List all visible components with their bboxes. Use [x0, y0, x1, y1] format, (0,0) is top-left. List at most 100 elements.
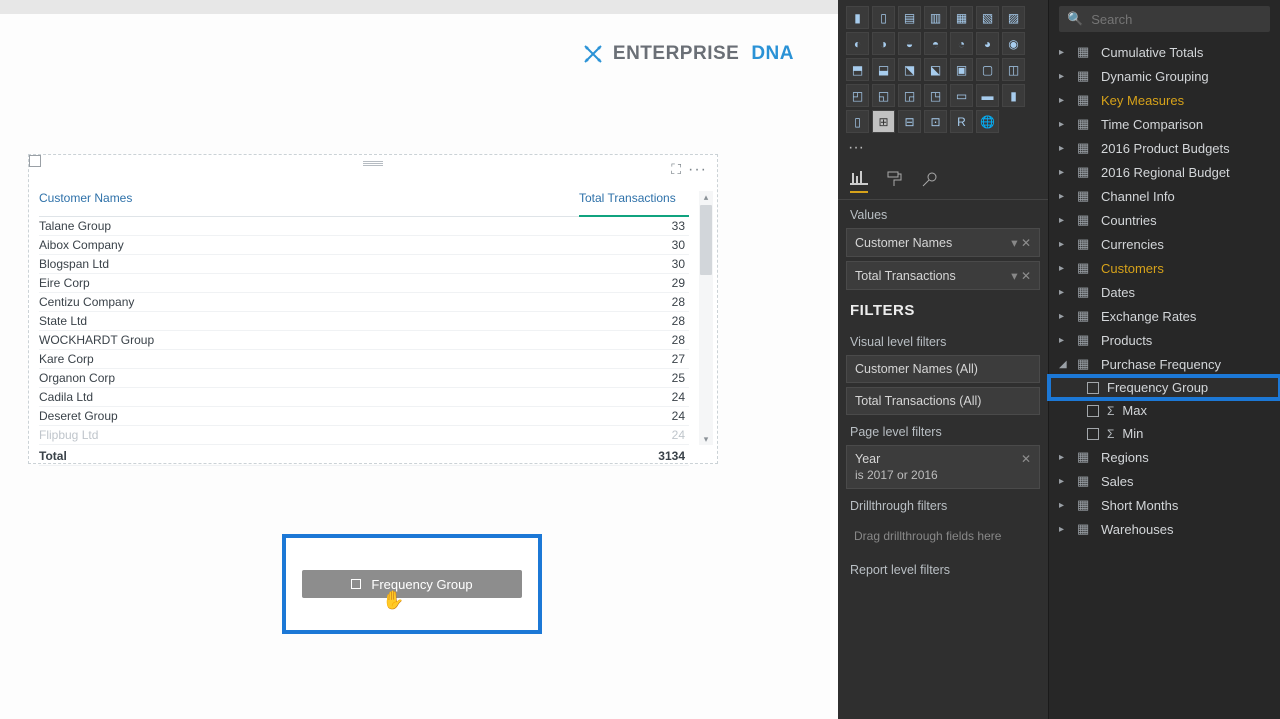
field-table[interactable]: ▸▦Channel Info	[1049, 184, 1280, 208]
field-table[interactable]: ▸▦Warehouses	[1049, 517, 1280, 541]
viz-type-icon[interactable]: ⊟	[898, 110, 921, 133]
viz-type-icon[interactable]: ◉	[1002, 32, 1025, 55]
field-drop-zone[interactable]: Frequency Group	[282, 534, 542, 634]
viz-type-icon[interactable]: 🌐	[976, 110, 999, 133]
field-table[interactable]: ▸▦Exchange Rates	[1049, 304, 1280, 328]
checkbox-icon[interactable]	[1087, 382, 1099, 394]
field-table[interactable]: ▸▦Time Comparison	[1049, 112, 1280, 136]
checkbox-icon[interactable]	[1087, 428, 1099, 440]
viz-type-icon[interactable]: ▯	[846, 110, 869, 133]
viz-type-icon[interactable]: ◕	[976, 32, 999, 55]
field-table[interactable]: ▸▦2016 Product Budgets	[1049, 136, 1280, 160]
viz-type-icon[interactable]: ▯	[872, 6, 895, 29]
table-row[interactable]: Talane Group33	[39, 216, 689, 236]
well-dropdown-icon[interactable]: ▾ ✕	[1011, 235, 1031, 250]
table-row[interactable]: Flipbug Ltd24	[39, 426, 689, 445]
viz-type-icon[interactable]: ▦	[950, 6, 973, 29]
viz-type-icon[interactable]: ▨	[1002, 6, 1025, 29]
tab-analytics[interactable]	[920, 171, 938, 193]
table-row[interactable]: Aibox Company30	[39, 236, 689, 255]
field-table[interactable]: ▸▦Cumulative Totals	[1049, 40, 1280, 64]
dragged-field-pill[interactable]: Frequency Group	[302, 570, 522, 598]
field-table[interactable]: ▸▦Countries	[1049, 208, 1280, 232]
field-column[interactable]: Frequency Group	[1049, 376, 1280, 399]
viz-more-icon[interactable]: ···	[838, 135, 1048, 161]
viz-type-icon[interactable]: ▤	[898, 6, 921, 29]
filter-year[interactable]: Year ✕ is 2017 or 2016	[846, 445, 1040, 489]
remove-icon[interactable]: ✕	[1021, 452, 1031, 466]
viz-type-icon[interactable]: ◱	[872, 84, 895, 107]
field-table[interactable]: ▸▦Products	[1049, 328, 1280, 352]
field-table[interactable]: ▸▦Dynamic Grouping	[1049, 64, 1280, 88]
well-total-transactions[interactable]: Total Transactions ▾ ✕	[846, 261, 1040, 290]
table-row[interactable]: Eire Corp29	[39, 274, 689, 293]
well-dropdown-icon[interactable]: ▾ ✕	[1011, 268, 1031, 283]
viz-type-icon[interactable]: ◒	[898, 32, 921, 55]
remove-icon[interactable]: ✕	[1021, 236, 1031, 250]
scroll-up-icon[interactable]: ▴	[699, 191, 713, 203]
checkbox-icon[interactable]	[1087, 405, 1099, 417]
field-table[interactable]: ▸▦2016 Regional Budget	[1049, 160, 1280, 184]
viz-type-icon[interactable]: ⊡	[924, 110, 947, 133]
viz-type-icon[interactable]: ▮	[846, 6, 869, 29]
viz-type-icon[interactable]: ◲	[898, 84, 921, 107]
table-row[interactable]: Blogspan Ltd30	[39, 255, 689, 274]
table-row[interactable]: Cadila Ltd24	[39, 388, 689, 407]
table-row[interactable]: Organon Corp25	[39, 369, 689, 388]
viz-type-icon[interactable]: ◔	[950, 32, 973, 55]
field-table[interactable]: ▸▦Currencies	[1049, 232, 1280, 256]
viz-type-icon[interactable]: ▢	[976, 58, 999, 81]
viz-type-icon[interactable]: ⬕	[924, 58, 947, 81]
table-row[interactable]: Deseret Group24	[39, 407, 689, 426]
focus-mode-icon[interactable]: ⛶	[671, 161, 681, 178]
field-table[interactable]: ▸▦Regions	[1049, 445, 1280, 469]
tab-fields[interactable]	[850, 171, 868, 193]
field-table[interactable]: ◢▦Purchase Frequency	[1049, 352, 1280, 376]
field-column[interactable]: ΣMax	[1049, 399, 1280, 422]
field-table[interactable]: ▸▦Customers	[1049, 256, 1280, 280]
viz-type-icon[interactable]: ▬	[976, 84, 999, 107]
viz-type-icon[interactable]: ▣	[950, 58, 973, 81]
drillthrough-drop-hint[interactable]: Drag drillthrough fields here	[846, 521, 1040, 551]
drag-handle-icon[interactable]	[363, 161, 383, 167]
field-table[interactable]: ▸▦Sales	[1049, 469, 1280, 493]
filter-total-transactions[interactable]: Total Transactions (All)	[846, 387, 1040, 415]
viz-type-icon[interactable]: ⬓	[872, 58, 895, 81]
viz-type-icon[interactable]: ▭	[950, 84, 973, 107]
viz-type-icon[interactable]: ▥	[924, 6, 947, 29]
fields-search[interactable]: 🔍	[1059, 6, 1270, 32]
table-row[interactable]: Kare Corp27	[39, 350, 689, 369]
viz-type-icon[interactable]: ⊞	[872, 110, 895, 133]
scroll-down-icon[interactable]: ▾	[699, 433, 713, 445]
well-customer-names[interactable]: Customer Names ▾ ✕	[846, 228, 1040, 257]
filter-customer-names[interactable]: Customer Names (All)	[846, 355, 1040, 383]
viz-type-icon[interactable]: ◑	[872, 32, 895, 55]
remove-icon[interactable]: ✕	[1021, 269, 1031, 283]
table-scrollbar[interactable]: ▴ ▾	[699, 191, 713, 445]
table-visual[interactable]: ⛶ ··· Customer Names Total Transactions …	[28, 154, 718, 464]
viz-type-icon[interactable]: ⬔	[898, 58, 921, 81]
viz-type-icon[interactable]: ⬒	[846, 58, 869, 81]
scrollbar-thumb[interactable]	[700, 205, 712, 275]
field-table[interactable]: ▸▦Short Months	[1049, 493, 1280, 517]
tab-format[interactable]	[886, 171, 902, 193]
viz-type-icon[interactable]: ◫	[1002, 58, 1025, 81]
table-row[interactable]: Centizu Company28	[39, 293, 689, 312]
table-row[interactable]: WOCKHARDT Group28	[39, 331, 689, 350]
viz-type-icon[interactable]: ◰	[846, 84, 869, 107]
search-input[interactable]	[1091, 12, 1267, 27]
table-row[interactable]: State Ltd28	[39, 312, 689, 331]
col-total-transactions[interactable]: Total Transactions	[579, 187, 689, 216]
report-canvas[interactable]: ENTERPRISE DNA ⛶ ··· Customer Names Tota…	[0, 0, 838, 719]
field-table[interactable]: ▸▦Key Measures	[1049, 88, 1280, 112]
field-column[interactable]: ΣMin	[1049, 422, 1280, 445]
viz-type-icon[interactable]: R	[950, 110, 973, 133]
field-table[interactable]: ▸▦Dates	[1049, 280, 1280, 304]
viz-type-icon[interactable]: ◓	[924, 32, 947, 55]
more-options-icon[interactable]: ···	[688, 161, 707, 179]
viz-type-icon[interactable]: ◐	[846, 32, 869, 55]
viz-type-icon[interactable]: ▮	[1002, 84, 1025, 107]
col-customer-names[interactable]: Customer Names	[39, 187, 579, 216]
viz-type-icon[interactable]: ◳	[924, 84, 947, 107]
viz-type-icon[interactable]: ▧	[976, 6, 999, 29]
